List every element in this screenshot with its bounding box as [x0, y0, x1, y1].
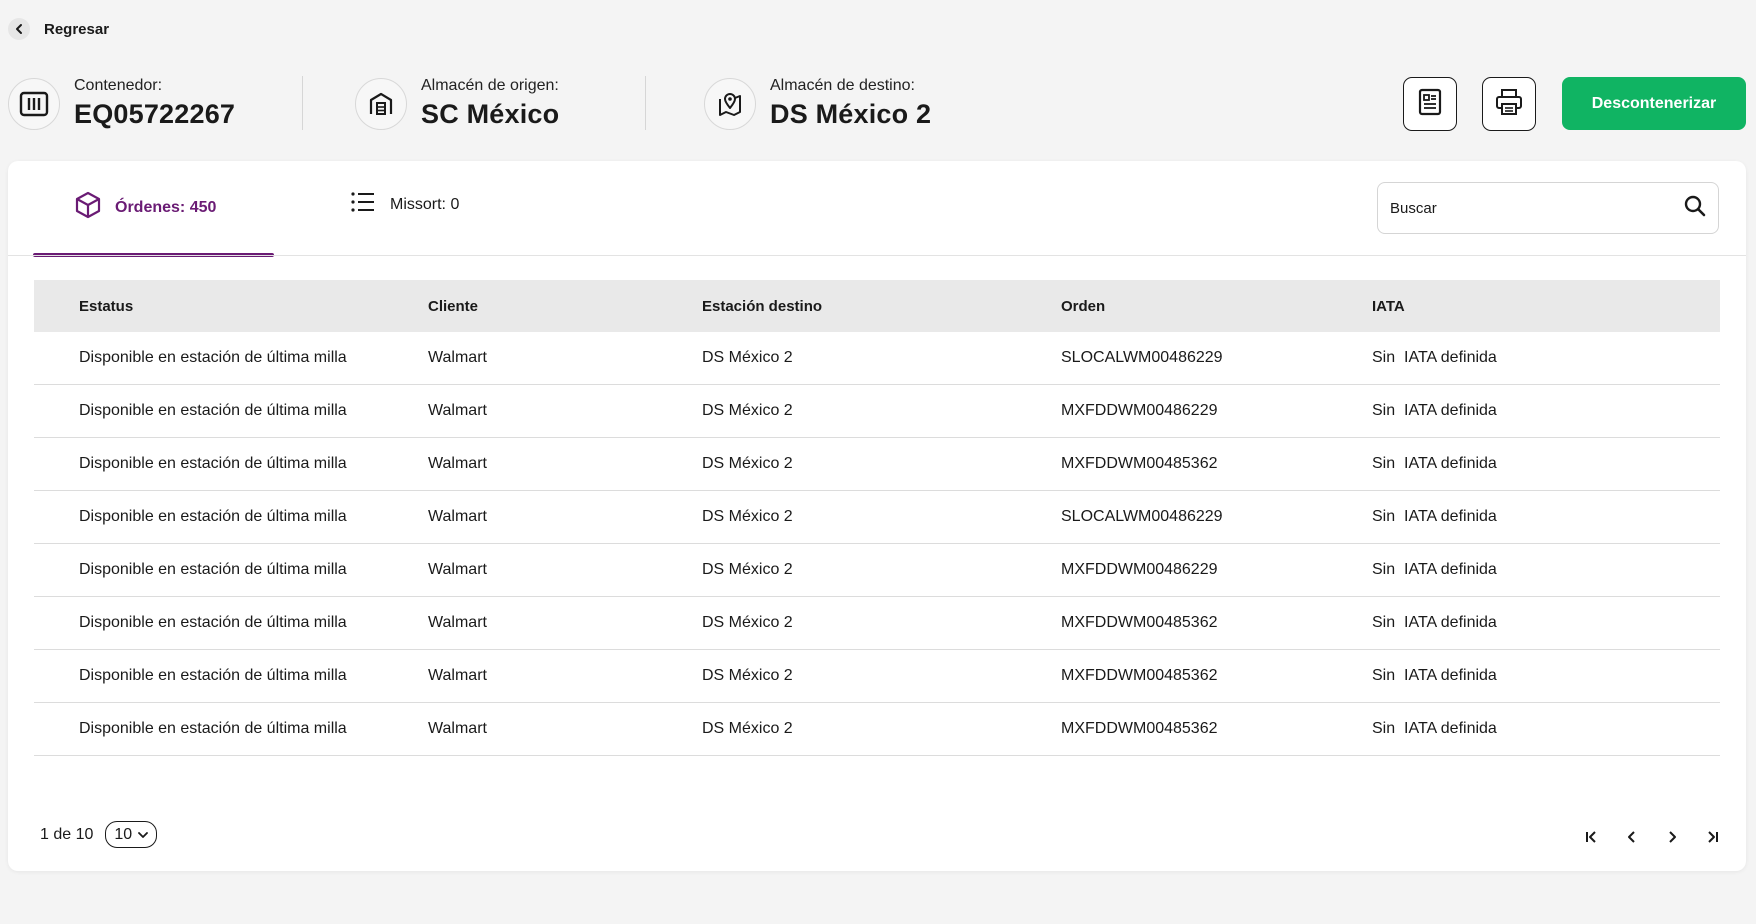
table-header: Estatus Cliente Estación destino Orden I… — [34, 280, 1720, 332]
destination-label: Almacén de destino: — [770, 77, 915, 94]
cell-estatus: Disponible en estación de última milla — [79, 508, 347, 525]
tab-missort-label: Missort: 0 — [390, 195, 460, 213]
back-link[interactable]: Regresar — [8, 18, 109, 40]
tab-missort[interactable]: Missort: 0 — [350, 191, 459, 218]
last-page-icon[interactable] — [1700, 825, 1724, 849]
page-range: 1 de 10 — [40, 825, 94, 843]
divider — [645, 76, 646, 130]
next-page-icon[interactable] — [1660, 825, 1684, 849]
tab-orders-label: Órdenes: 450 — [115, 198, 217, 216]
table-row[interactable]: Disponible en estación de última milla Wa… — [34, 385, 1720, 438]
cell-cliente: Walmart — [428, 667, 487, 684]
cell-orden: MXFDDWM00485362 — [1061, 614, 1218, 631]
cell-orden: MXFDDWM00485362 — [1061, 720, 1218, 737]
container-info: Contenedor: EQ05722267 — [8, 74, 235, 130]
cell-orden: MXFDDWM00486229 — [1061, 402, 1218, 419]
chevron-left-icon — [8, 18, 30, 40]
cell-orden: MXFDDWM00486229 — [1061, 561, 1218, 578]
cell-iata: Sin IATA definida — [1372, 720, 1497, 737]
cell-cliente: Walmart — [428, 614, 487, 631]
cell-iata: Sin IATA definida — [1372, 614, 1497, 631]
box-icon — [75, 191, 101, 224]
origin-info: Almacén de origen: SC México — [355, 74, 559, 130]
cell-estacion: DS México 2 — [702, 667, 793, 684]
search-input[interactable] — [1390, 199, 1684, 217]
back-label: Regresar — [44, 20, 110, 38]
orders-card: Órdenes: 450 Missort: 0 Estatus Cliente … — [8, 161, 1746, 871]
cell-estacion: DS México 2 — [702, 455, 793, 472]
container-icon — [8, 78, 60, 130]
search-icon[interactable] — [1684, 195, 1706, 222]
cell-orden: SLOCALWM00486229 — [1061, 508, 1223, 525]
descontenerizar-button[interactable]: Descontenerizar — [1562, 77, 1746, 130]
cell-iata: Sin IATA definida — [1372, 561, 1497, 578]
origin-value: SC México — [421, 99, 560, 129]
column-header-estatus: Estatus — [79, 297, 134, 315]
cell-estatus: Disponible en estación de última milla — [79, 614, 347, 631]
cell-cliente: Walmart — [428, 720, 487, 737]
cell-iata: Sin IATA definida — [1372, 667, 1497, 684]
cell-orden: MXFDDWM00485362 — [1061, 667, 1218, 684]
cell-estacion: DS México 2 — [702, 614, 793, 631]
table-body: Disponible en estación de última milla Wa… — [34, 332, 1720, 756]
printer-icon — [1494, 88, 1524, 121]
list-icon — [350, 191, 376, 218]
first-page-icon[interactable] — [1580, 825, 1604, 849]
table-row[interactable]: Disponible en estación de última milla Wa… — [34, 332, 1720, 385]
column-header-estacion: Estación destino — [702, 297, 823, 315]
pagination-nav — [1580, 825, 1724, 849]
cell-iata: Sin IATA definida — [1372, 349, 1497, 366]
cell-iata: Sin IATA definida — [1372, 402, 1497, 419]
cell-cliente: Walmart — [428, 455, 487, 472]
warehouse-icon — [355, 78, 407, 130]
cell-cliente: Walmart — [428, 349, 487, 366]
cell-iata: Sin IATA definida — [1372, 508, 1497, 525]
print-button[interactable] — [1482, 77, 1536, 131]
container-value: EQ05722267 — [74, 99, 236, 129]
report-button[interactable] — [1403, 77, 1457, 131]
cell-estatus: Disponible en estación de última milla — [79, 720, 347, 737]
orders-table: Estatus Cliente Estación destino Orden I… — [34, 280, 1720, 756]
pagination-info: 1 de 10 10 — [40, 821, 158, 848]
cell-iata: Sin IATA definida — [1372, 455, 1497, 472]
cell-orden: MXFDDWM00485362 — [1061, 455, 1218, 472]
origin-label: Almacén de origen: — [421, 77, 559, 94]
column-header-orden: Orden — [1061, 297, 1106, 315]
cell-estatus: Disponible en estación de última milla — [79, 667, 347, 684]
cell-cliente: Walmart — [428, 561, 487, 578]
cell-orden: SLOCALWM00486229 — [1061, 349, 1223, 366]
tabs-divider — [8, 255, 1746, 256]
table-row[interactable]: Disponible en estación de última milla Wa… — [34, 650, 1720, 703]
column-header-iata: IATA — [1372, 297, 1405, 315]
table-row[interactable]: Disponible en estación de última milla Wa… — [34, 597, 1720, 650]
cell-estacion: DS México 2 — [702, 720, 793, 737]
container-label: Contenedor: — [74, 77, 163, 94]
table-row[interactable]: Disponible en estación de última milla Wa… — [34, 438, 1720, 491]
cell-estatus: Disponible en estación de última milla — [79, 561, 347, 578]
map-pin-icon — [704, 78, 756, 130]
table-row[interactable]: Disponible en estación de última milla Wa… — [34, 491, 1720, 544]
cell-estacion: DS México 2 — [702, 561, 793, 578]
chevron-down-icon — [138, 826, 149, 844]
cell-estatus: Disponible en estación de última milla — [79, 455, 347, 472]
cell-cliente: Walmart — [428, 508, 487, 525]
cell-estatus: Disponible en estación de última milla — [79, 349, 347, 366]
table-row[interactable]: Disponible en estación de última milla Wa… — [34, 544, 1720, 597]
search-box[interactable] — [1377, 182, 1719, 234]
document-icon — [1417, 88, 1443, 121]
page-size-value: 10 — [114, 825, 133, 843]
tab-orders[interactable]: Órdenes: 450 — [75, 191, 216, 224]
cell-estacion: DS México 2 — [702, 508, 793, 525]
cell-estatus: Disponible en estación de última milla — [79, 402, 347, 419]
column-header-cliente: Cliente — [428, 297, 479, 315]
cell-cliente: Walmart — [428, 402, 487, 419]
previous-page-icon[interactable] — [1620, 825, 1644, 849]
destination-value: DS México 2 — [770, 99, 932, 129]
destination-info: Almacén de destino: DS México 2 — [704, 74, 931, 130]
cell-estacion: DS México 2 — [702, 402, 793, 419]
page-size-select[interactable]: 10 — [105, 821, 158, 848]
cell-estacion: DS México 2 — [702, 349, 793, 366]
divider — [302, 76, 303, 130]
table-row[interactable]: Disponible en estación de última milla Wa… — [34, 703, 1720, 756]
